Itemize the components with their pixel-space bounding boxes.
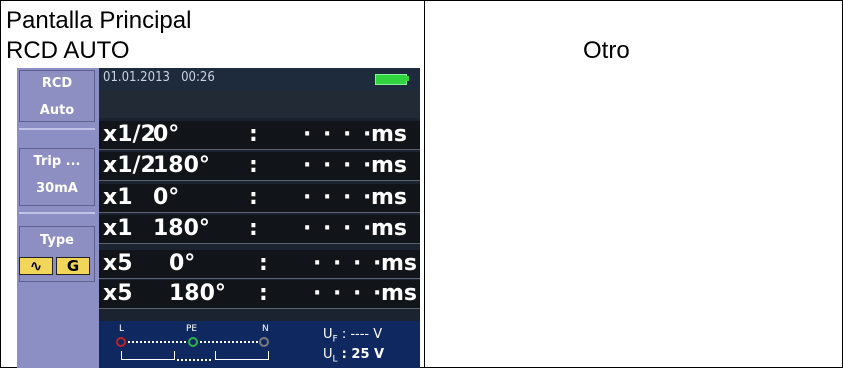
multiplier: x5 (103, 281, 133, 306)
unit: ms (371, 122, 408, 147)
connection-line (200, 341, 258, 345)
date: 01.01.2013 (103, 70, 170, 85)
sidebar-divider (19, 212, 95, 214)
phase-angle: 180° (153, 216, 210, 241)
terminal-l-icon (116, 337, 126, 347)
type-label: Type (40, 233, 74, 248)
result-row: x1 180° : · · · · ms (99, 215, 420, 244)
trip-time-value: · · · · (303, 153, 374, 178)
ul-value: : 25 V (341, 347, 385, 362)
result-row: x5 0° : · · · · ms (99, 250, 420, 279)
uf-subscript: F (332, 334, 338, 345)
date-time: 01.01.2013 00:26 (103, 70, 215, 85)
unit: ms (381, 251, 418, 276)
phase-angle: 0° (153, 122, 180, 147)
separator: : (259, 281, 268, 306)
trip-time-value: · · · · (313, 281, 384, 306)
trip-time-value: · · · · (313, 251, 384, 276)
g-type-icon: G (56, 257, 90, 275)
terminal-n-icon (259, 337, 269, 347)
function-sidebar: RCD Auto Trip ... 30mA Type ∿ G (17, 68, 99, 368)
trip-time-value: · · · · (303, 122, 374, 147)
separator: : (249, 122, 258, 147)
terminal-pe-label: PE (186, 324, 198, 334)
other-label: Otro (583, 37, 630, 64)
terminal-pe-icon (188, 337, 198, 347)
result-row: x1/2 0° : · · · · ms (99, 121, 420, 150)
trip-time-value: · · · · (303, 185, 374, 210)
mode-label: RCD AUTO (6, 37, 130, 64)
function-mode: Auto (39, 103, 75, 118)
result-row: x5 180° : · · · · ms (99, 280, 420, 309)
bracket-left (121, 351, 175, 360)
phase-angle: 180° (169, 281, 226, 306)
ul-symbol: U (323, 347, 333, 362)
battery-icon (375, 74, 407, 85)
function-button[interactable]: RCD Auto (19, 70, 95, 122)
instrument-display: RCD Auto Trip ... 30mA Type ∿ G 01.01.20… (17, 68, 420, 368)
trip-current-button[interactable]: Trip ... 30mA (19, 148, 95, 206)
sidebar-divider (19, 128, 95, 130)
uf-symbol: U (323, 327, 333, 342)
bracket-right (215, 351, 269, 360)
fault-voltage-reading: UF : ---- V (323, 327, 382, 345)
unit: ms (371, 216, 408, 241)
phase-angle: 0° (153, 185, 180, 210)
separator: : (259, 251, 268, 276)
uf-value: : ---- V (341, 327, 383, 342)
time: 00:26 (181, 70, 215, 85)
connection-line (128, 341, 186, 345)
unit: ms (371, 153, 408, 178)
separator: : (249, 185, 258, 210)
unit: ms (371, 185, 408, 210)
page-title: Pantalla Principal (6, 7, 192, 34)
separator: : (249, 153, 258, 178)
terminal-n-label: N (262, 324, 269, 334)
trip-label: Trip ... (33, 154, 81, 169)
function-label: RCD (41, 76, 73, 91)
message-area (99, 90, 420, 118)
result-row: x1 0° : · · · · ms (99, 184, 420, 213)
connection-line (177, 359, 211, 363)
column-divider (424, 0, 425, 368)
phase-angle: 0° (169, 251, 196, 276)
result-row: x1/2 180° : · · · · ms (99, 152, 420, 181)
measurement-screen: 01.01.2013 00:26 x1/2 0° : · · · · ms x1… (99, 68, 420, 368)
multiplier: x1/2 (103, 122, 156, 147)
terminal-l-label: L (119, 324, 125, 334)
multiplier: x1 (103, 185, 133, 210)
battery-tip (406, 76, 409, 81)
trip-time-value: · · · · (303, 216, 374, 241)
trip-value: 30mA (36, 181, 78, 196)
type-icons: ∿ G (19, 257, 95, 275)
multiplier: x5 (103, 251, 133, 276)
limit-voltage-reading: UL : 25 V (323, 347, 384, 365)
multiplier: x1/2 (103, 153, 156, 178)
multiplier: x1 (103, 216, 133, 241)
status-bar: 01.01.2013 00:26 (99, 68, 420, 90)
ul-subscript: L (332, 354, 338, 365)
ac-wave-icon: ∿ (19, 257, 53, 275)
phase-angle: 180° (153, 153, 210, 178)
unit: ms (381, 281, 418, 306)
connection-panel: L PE N UF : ---- V UL : 25 V (99, 321, 420, 368)
separator: : (249, 216, 258, 241)
